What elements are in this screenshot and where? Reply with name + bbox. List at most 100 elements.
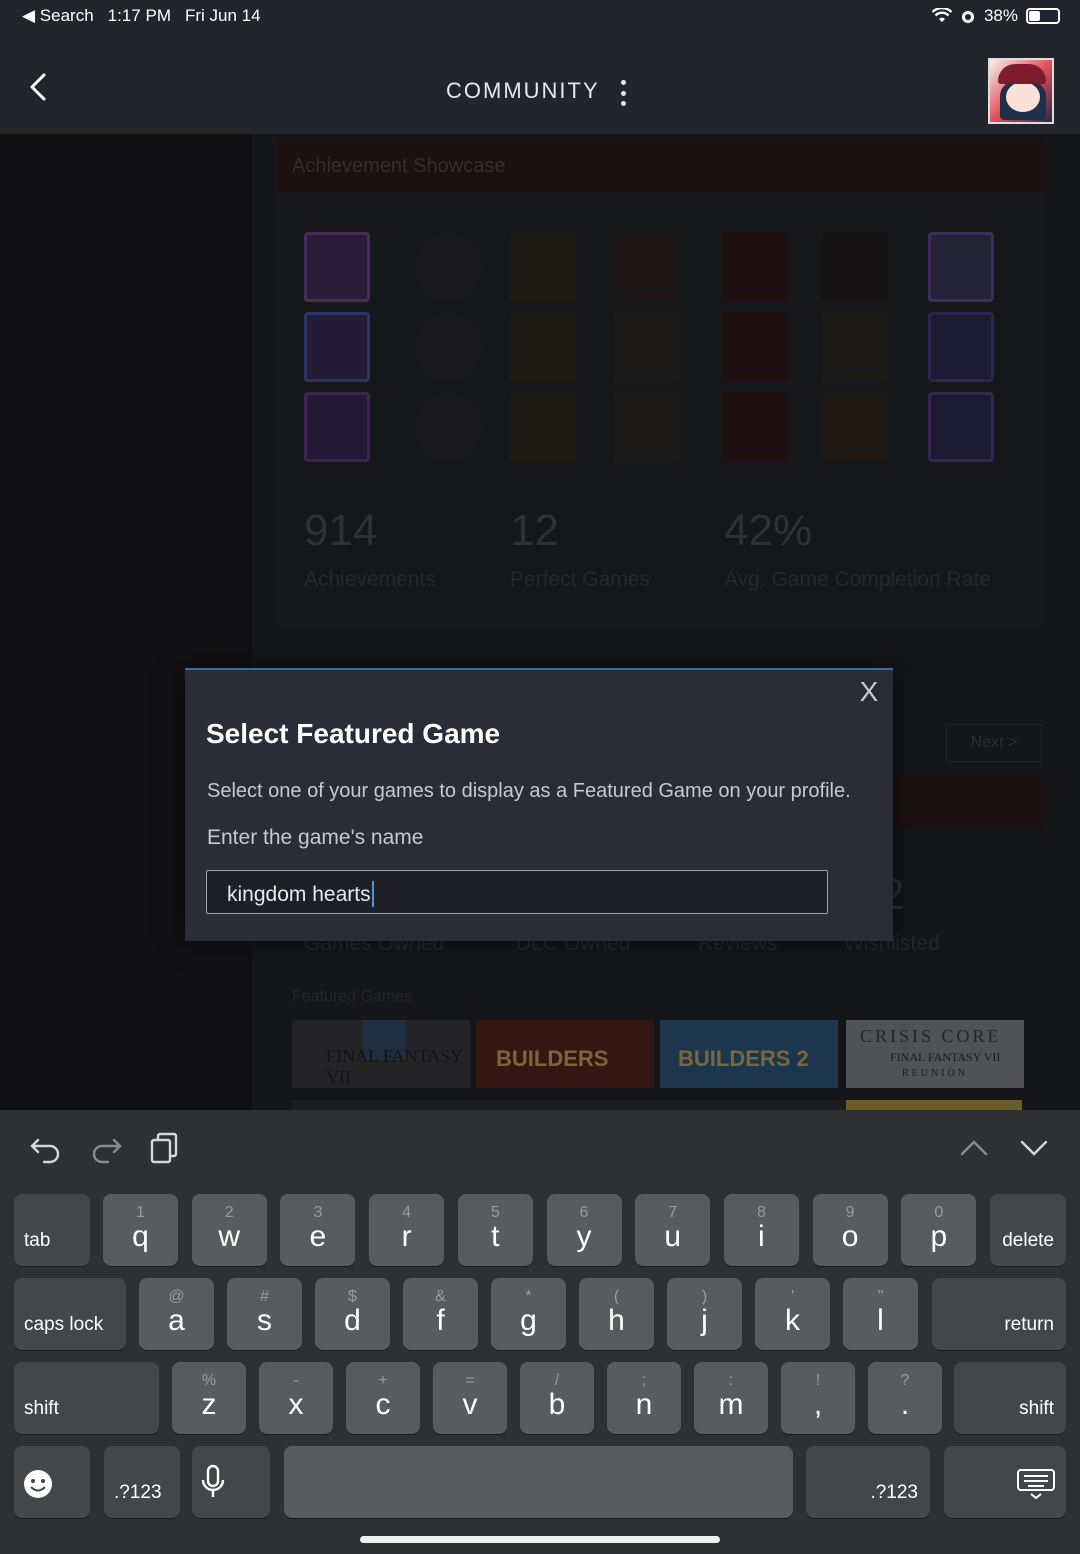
letter-key[interactable]: * g	[491, 1278, 566, 1350]
letter-key[interactable]: / b	[520, 1362, 594, 1434]
dictation-key[interactable]	[192, 1446, 270, 1518]
key-primary-label: p	[930, 1220, 948, 1253]
key-primary-label: f	[436, 1304, 445, 1337]
tab-key-label: tab	[24, 1230, 51, 1251]
numbers-left-key[interactable]: .?123	[104, 1446, 180, 1518]
shift-left-key-label: shift	[24, 1398, 59, 1419]
key-primary-label: v	[462, 1388, 478, 1421]
shift-left-key[interactable]: shift	[14, 1362, 159, 1434]
key-primary-label: i	[758, 1220, 765, 1253]
key-primary-label: x	[288, 1388, 304, 1421]
letter-key[interactable]: # s	[227, 1278, 302, 1350]
letter-key[interactable]: = v	[433, 1362, 507, 1434]
key-primary-label: ,	[813, 1388, 823, 1421]
status-time: 1:17 PM	[107, 6, 171, 25]
letter-key[interactable]: & f	[403, 1278, 478, 1350]
key-primary-label: t	[491, 1220, 500, 1253]
letter-key[interactable]: ; n	[607, 1362, 681, 1434]
chevron-down-icon[interactable]	[1016, 1130, 1052, 1166]
modal-backdrop[interactable]	[0, 134, 1080, 1110]
emoji-icon	[24, 1470, 52, 1498]
numbers-right-key-label: .?123	[870, 1482, 918, 1503]
undo-icon[interactable]	[28, 1130, 64, 1166]
page-title: COMMUNITY	[446, 78, 600, 103]
caps-lock-key-label: caps lock	[24, 1314, 104, 1335]
letter-key[interactable]: 4r	[369, 1194, 445, 1266]
alarm-icon	[961, 11, 974, 23]
key-primary-label: c	[375, 1388, 391, 1421]
game-name-input[interactable]: kingdom hearts	[206, 870, 828, 914]
shift-right-key[interactable]: shift	[954, 1362, 1066, 1434]
tab-key[interactable]: tab	[14, 1194, 90, 1266]
key-primary-label: d	[344, 1304, 361, 1337]
hide-keyboard-key[interactable]	[944, 1446, 1066, 1518]
profile-background: Achievement Showcase 914 Achievements 12…	[0, 134, 1080, 1110]
wifi-icon	[931, 8, 952, 22]
chevron-up-icon[interactable]	[956, 1130, 992, 1166]
key-primary-label: e	[309, 1220, 327, 1253]
redo-icon[interactable]	[88, 1130, 124, 1166]
key-primary-label: j	[701, 1304, 708, 1337]
key-primary-label: a	[168, 1304, 185, 1337]
letter-key[interactable]: 9o	[812, 1194, 888, 1266]
keyboard-hide-icon	[1017, 1469, 1055, 1500]
key-primary-label: z	[201, 1388, 217, 1421]
letter-key[interactable]: " l	[843, 1278, 918, 1350]
letter-key[interactable]: 1q	[103, 1194, 178, 1266]
battery-icon	[1026, 8, 1060, 24]
key-primary-label: n	[635, 1388, 653, 1421]
letter-key[interactable]: + c	[346, 1362, 420, 1434]
letter-key[interactable]: $ d	[315, 1278, 390, 1350]
close-icon[interactable]: X	[857, 678, 881, 706]
letter-key[interactable]: ?.	[868, 1362, 942, 1434]
home-indicator[interactable]	[360, 1536, 720, 1543]
game-name-label: Enter the game's name	[207, 826, 424, 849]
letter-key[interactable]: 0p	[901, 1194, 977, 1266]
letter-key[interactable]: (h	[579, 1278, 654, 1350]
key-primary-label: b	[548, 1388, 566, 1421]
select-featured-game-dialog: X Select Featured Game Select one of you…	[185, 668, 893, 941]
key-primary-label: u	[664, 1220, 682, 1253]
status-date: Fri Jun 14	[184, 6, 261, 25]
space-key[interactable]	[284, 1446, 793, 1518]
letter-key[interactable]: 8i	[723, 1194, 799, 1266]
key-primary-label: q	[132, 1220, 149, 1253]
key-primary-label: w	[218, 1220, 241, 1253]
letter-key[interactable]: 6y	[546, 1194, 622, 1266]
paste-icon[interactable]	[148, 1130, 184, 1166]
letter-key[interactable]: !,	[781, 1362, 855, 1434]
avatar[interactable]	[988, 58, 1054, 124]
letter-key[interactable]: 5t	[457, 1194, 533, 1266]
delete-key[interactable]: delete	[990, 1194, 1066, 1266]
letter-key[interactable]: 7u	[635, 1194, 711, 1266]
microphone-icon	[201, 1464, 225, 1497]
chevron-left-icon[interactable]	[24, 72, 54, 102]
letter-key[interactable]: -x	[259, 1362, 333, 1434]
dialog-title: Select Featured Game	[206, 718, 501, 749]
game-name-input-value: kingdom hearts	[227, 883, 371, 906]
letter-key[interactable]: ) j	[667, 1278, 742, 1350]
key-primary-label: r	[401, 1220, 412, 1253]
back-app-label: Search	[39, 6, 94, 25]
nav-bar: COMMUNITY	[0, 32, 1080, 134]
text-caret	[371, 881, 374, 907]
letter-key[interactable]: 2w	[191, 1194, 267, 1266]
letter-key[interactable]: % z	[172, 1362, 246, 1434]
delete-key-label: delete	[1002, 1230, 1054, 1251]
letter-key[interactable]: :m	[694, 1362, 768, 1434]
return-key-label: return	[1004, 1314, 1054, 1335]
more-vertical-icon[interactable]	[618, 80, 628, 106]
status-bar: ◀ Search 1:17 PM Fri Jun 14 38%	[0, 0, 1080, 32]
letter-key[interactable]: 3e	[280, 1194, 356, 1266]
key-primary-label: .	[900, 1388, 910, 1421]
battery-percent: 38%	[983, 6, 1018, 25]
back-to-app-link[interactable]: ◀ Search	[22, 6, 94, 26]
key-primary-label: l	[877, 1304, 884, 1337]
numbers-right-key[interactable]: .?123	[806, 1446, 930, 1518]
letter-key[interactable]: @ a	[139, 1278, 214, 1350]
key-primary-label: h	[608, 1304, 625, 1337]
caps-lock-key[interactable]: caps lock	[14, 1278, 126, 1350]
letter-key[interactable]: ' k	[755, 1278, 830, 1350]
emoji-key[interactable]	[14, 1446, 90, 1518]
return-key[interactable]: return	[932, 1278, 1066, 1350]
